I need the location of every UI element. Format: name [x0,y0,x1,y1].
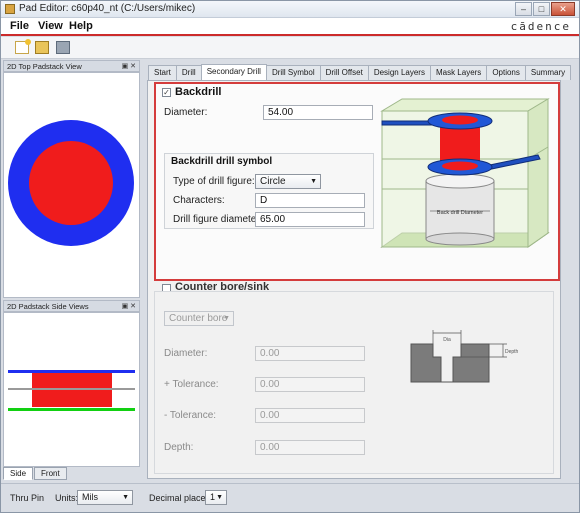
tab-side[interactable]: Side [3,467,34,480]
dia-label: Dia [443,337,451,343]
menu-help[interactable]: Help [69,20,93,32]
diameter-label: Diameter: [164,107,208,118]
type-label: Type of drill figure: [173,176,255,187]
window-title: Pad Editor: c60p40_nt (C:/Users/mikec) [19,3,196,14]
side-view-title: 2D Padstack Side Views [7,302,89,311]
backdrill-symbol-group: Backdrill drill symbol Type of drill fig… [164,153,374,229]
top-pad-line [8,370,135,373]
decimal-places-label: Decimal places: [149,493,213,503]
units-value: Mils [82,492,98,502]
cb-plus-tolerance-label: + Tolerance: [164,379,219,390]
top-view-header: 2D Top Padstack View ▣ ✕ [3,60,140,72]
bottom-layer-line [8,408,135,411]
units-select[interactable]: Mils ▼ [77,490,133,505]
inner-pad-hole [442,161,478,171]
side-view-drawing [8,370,135,411]
backdrill-checkbox[interactable]: ✓ [162,88,171,97]
main-pane: Start Drill Secondary Drill Drill Symbol… [144,64,572,479]
cadence-logo: cādence [510,20,571,33]
top-view-canvas [3,72,140,298]
save-icon[interactable] [56,41,70,54]
counterbore-type-value: Counter bore [169,313,228,324]
side-view-header: 2D Padstack Side Views ▣ ✕ [3,300,140,312]
side-view-tabs: Side Front [3,467,68,480]
secondary-drill-panel: ✓ Backdrill Diameter: 54.00 Backdrill dr… [147,80,561,479]
tab-design-layers[interactable]: Design Layers [367,65,431,80]
new-icon[interactable] [15,39,31,54]
side-view-dock-buttons[interactable]: ▣ ✕ [122,301,136,312]
backdrill-title: Backdrill [175,86,222,98]
drill-figure-type-value: Circle [260,176,286,187]
counterbore-section: Counter bore ▼ Diameter: 0.00 + Toleranc… [154,291,554,474]
figure-diameter-field[interactable]: 65.00 [255,212,365,227]
top-view-dock-buttons[interactable]: ▣ ✕ [122,61,136,72]
chevron-down-icon: ▼ [216,494,223,501]
counterbore-diagram: Dia Depth [410,330,519,383]
cb-diameter-label: Diameter: [164,348,208,359]
top-view-drawing [8,120,134,246]
maximize-button[interactable]: □ [533,2,550,16]
tab-mask-layers[interactable]: Mask Layers [429,65,488,80]
top-pad-hole [442,115,478,125]
pad-editor-window: Pad Editor: c60p40_nt (C:/Users/mikec) –… [0,0,580,513]
left-dock-pane: 2D Top Padstack View ▣ ✕ 2D Padstack Sid… [3,60,140,482]
backdrill-section: ✓ Backdrill Diameter: 54.00 Backdrill dr… [154,82,560,281]
tab-drill[interactable]: Drill [175,65,202,80]
drill-inner-circle [29,141,113,225]
box-top-face [380,98,550,112]
tab-drill-offset[interactable]: Drill Offset [319,65,369,80]
minimize-button[interactable]: – [515,2,532,16]
backdrill-cylinder-top [425,173,495,189]
open-icon[interactable] [35,41,49,54]
units-label: Units: [55,493,79,503]
toolbar [1,37,579,59]
decimal-places-value: 1 [210,492,216,502]
status-bar: Thru Pin Units: Mils ▼ Decimal places: 1… [1,483,579,512]
cb-plus-tolerance-field[interactable]: 0.00 [255,377,365,392]
decimal-places-select[interactable]: 1 ▼ [205,490,227,505]
counterbore-profile [410,343,490,383]
top-view-title: 2D Top Padstack View [7,62,82,71]
chevron-down-icon: ▼ [223,315,230,322]
cb-depth-field[interactable]: 0.00 [255,440,365,455]
tab-options[interactable]: Options [486,65,526,80]
pin-type-status: Thru Pin [10,493,45,503]
tab-summary[interactable]: Summary [524,65,572,80]
backdrill-cylinder-bottom [425,232,495,246]
characters-label: Characters: [173,195,225,206]
chevron-down-icon: ▼ [310,178,317,185]
title-bar[interactable]: Pad Editor: c60p40_nt (C:/Users/mikec) –… [1,1,579,18]
menu-file[interactable]: File [10,20,29,32]
characters-field[interactable]: D [255,193,365,208]
tab-drill-symbol[interactable]: Drill Symbol [265,65,321,80]
close-button[interactable]: ✕ [551,2,575,16]
side-view-canvas [3,312,140,467]
tab-front[interactable]: Front [34,467,67,480]
cb-diameter-field[interactable]: 0.00 [255,346,365,361]
tab-start[interactable]: Start [148,65,177,80]
symbol-group-title: Backdrill drill symbol [171,156,273,167]
depth-label: Depth [505,349,519,355]
cb-minus-tolerance-label: - Tolerance: [164,410,217,421]
drill-figure-type-select[interactable]: Circle ▼ [255,174,321,189]
cb-depth-label: Depth: [164,442,194,453]
app-icon [5,4,15,14]
editor-tabs: Start Drill Secondary Drill Drill Symbol… [148,64,572,80]
cb-minus-tolerance-field[interactable]: 0.00 [255,408,365,423]
chevron-down-icon: ▼ [122,494,129,501]
menu-view[interactable]: View [38,20,63,32]
inner-layer-line [8,388,135,390]
backdrill-illustration: Back drill Diameter [380,98,550,248]
box-side-face [527,98,549,248]
backdrill-diameter-field[interactable]: 54.00 [263,105,373,120]
figure-diameter-label: Drill figure diameter: [173,214,263,225]
window-controls: – □ ✕ [514,2,575,16]
counterbore-type-select[interactable]: Counter bore ▼ [164,311,234,326]
menu-bar: File View Help cādence [1,18,579,36]
tab-secondary-drill[interactable]: Secondary Drill [200,64,267,80]
